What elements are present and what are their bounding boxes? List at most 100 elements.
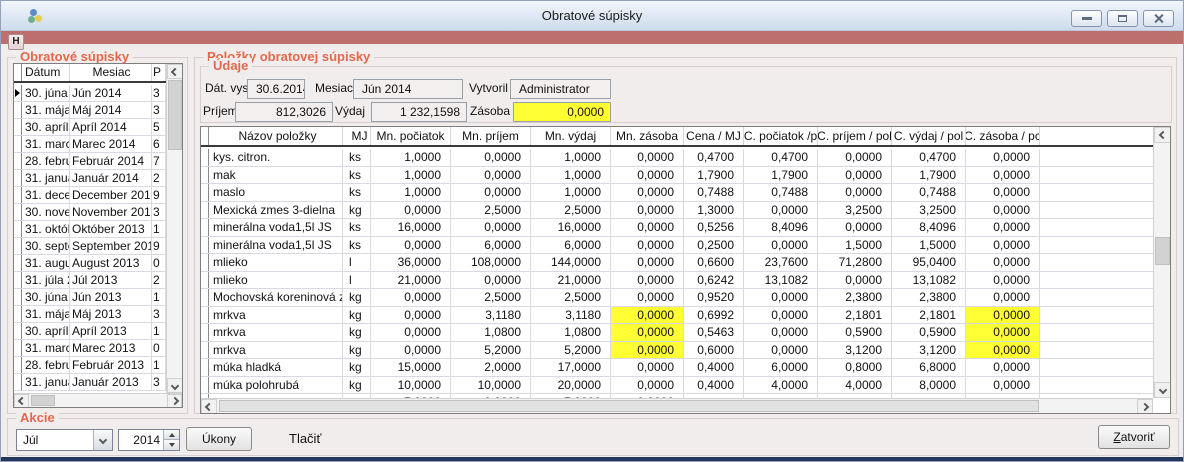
spin-down-icon[interactable]	[163, 440, 179, 450]
column-header[interactable]: C. zásoba / pc	[966, 127, 1040, 145]
column-header-datum[interactable]: Dátum	[22, 64, 70, 81]
table-row[interactable]: mrkvakg0,00005,20005,20000,00000,60000,0…	[201, 342, 1153, 360]
zatvorit-button[interactable]: Zatvoriť	[1098, 425, 1170, 449]
close-icon[interactable]	[1143, 10, 1174, 27]
items-table-header: Názov položkyMJMn. počiatokMn. príjemMn.…	[201, 127, 1153, 147]
date-row[interactable]: 31. júla 2(Júl 20132	[14, 272, 166, 289]
h-button[interactable]: H	[8, 34, 24, 50]
date-row[interactable]: 31. mája 2Máj 20143	[14, 102, 166, 119]
column-header[interactable]: C. výdaj / pol	[892, 127, 966, 145]
column-header[interactable]: Mn. výdaj	[531, 127, 611, 145]
column-header-mesiac[interactable]: Mesiac	[70, 64, 152, 81]
dates-group-label: Obratové súpisky	[16, 49, 133, 64]
table-row[interactable]: mrkvakg0,00001,08001,08000,00000,54630,0…	[201, 324, 1153, 342]
table-row[interactable]: mrkvakg0,00003,11803,11800,00000,69920,0…	[201, 307, 1153, 325]
minimize-icon[interactable]	[1071, 10, 1102, 27]
date-row[interactable]: 31. októbOktóber 20131	[14, 221, 166, 238]
row-selector-cell	[201, 377, 209, 394]
scroll-left-icon[interactable]	[201, 399, 217, 414]
scroll-down-icon[interactable]	[167, 378, 183, 393]
cell: 0,0000	[611, 359, 684, 376]
table-row[interactable]: Mexická zmes 3-dielnakg0,00002,50002,500…	[201, 202, 1153, 220]
cell: 17,0000	[531, 359, 611, 376]
chevron-down-icon[interactable]	[93, 430, 112, 450]
date-row[interactable]: 30. noverNovember 20133	[14, 204, 166, 221]
table-row[interactable]: Mochovská koreninová zmeskg0,00002,50002…	[201, 289, 1153, 307]
date-row[interactable]: 28. februFebruár 20131	[14, 357, 166, 374]
date-row[interactable]: 28. februFebruár 20147	[14, 153, 166, 170]
date-row[interactable]: 31. mája 2Máj 20133	[14, 306, 166, 323]
zasoba-field[interactable]: 0,0000	[513, 102, 611, 122]
cell: 0,0000	[371, 324, 451, 341]
spin-up-icon[interactable]	[163, 430, 179, 440]
column-header[interactable]: Mn. príjem	[451, 127, 531, 145]
cell: 0,0000	[611, 202, 684, 219]
hscroll-thumb[interactable]	[219, 400, 1039, 412]
restore-icon[interactable]	[1107, 10, 1138, 27]
date-row[interactable]: 30. septeSeptember 20139	[14, 238, 166, 255]
date-row[interactable]: 30. aprílaApríl 20131	[14, 323, 166, 340]
items-hscrollbar[interactable]	[201, 398, 1153, 413]
cell: 0,6242	[684, 272, 744, 289]
table-row[interactable]: mliekol21,00000,000021,00000,00000,62421…	[201, 272, 1153, 290]
mesiac-field[interactable]: Jún 2014	[353, 79, 463, 99]
cell-mesiac: Jún 2014	[70, 85, 152, 101]
scroll-right-icon[interactable]	[1137, 399, 1153, 414]
column-header[interactable]: MJ	[343, 127, 371, 145]
cell: 0,0000	[966, 202, 1040, 219]
items-vscrollbar[interactable]	[1153, 127, 1170, 398]
column-header[interactable]: Mn. počiatok	[371, 127, 451, 145]
date-row[interactable]: 31. augusAugust 20130	[14, 255, 166, 272]
tlacit-label[interactable]: Tlačiť	[289, 431, 321, 446]
column-header[interactable]: C. príjem / pol	[818, 127, 892, 145]
cell-p: 3	[152, 85, 166, 101]
date-row[interactable]: 30. júna 2Jún 20131	[14, 289, 166, 306]
dates-vscrollbar[interactable]	[166, 64, 182, 393]
cell: 0,0000	[966, 272, 1040, 289]
vscroll-thumb[interactable]	[168, 80, 182, 150]
table-row[interactable]: masloks1,00000,00001,00000,00000,74880,7…	[201, 184, 1153, 202]
scroll-up-icon[interactable]	[1154, 127, 1171, 143]
table-row[interactable]: múka polohrubákg10,000010,000020,00000,0…	[201, 377, 1153, 395]
vytvoril-field[interactable]: Administrator	[510, 79, 611, 99]
scroll-left-icon[interactable]	[14, 394, 29, 408]
column-header[interactable]: Cena / MJ	[684, 127, 744, 145]
year-stepper[interactable]: 2014	[118, 429, 180, 451]
month-select[interactable]: Júl	[16, 429, 113, 451]
vydaj-field[interactable]: 1 232,1598	[371, 102, 467, 122]
cell: 3,2500	[818, 202, 892, 219]
date-row[interactable]: 31. marcaMarec 20146	[14, 136, 166, 153]
date-row[interactable]: 31. marcaMarec 20130	[14, 340, 166, 357]
scroll-down-icon[interactable]	[1154, 382, 1171, 398]
scroll-right-icon[interactable]	[167, 394, 182, 408]
table-row[interactable]: kys. citron.ks1,00000,00001,00000,00000,…	[201, 149, 1153, 167]
vscroll-thumb[interactable]	[1155, 237, 1170, 265]
table-row[interactable]: makks1,00000,00001,00000,00001,79001,790…	[201, 167, 1153, 185]
table-row[interactable]: múka hladkákg15,00002,000017,00000,00000…	[201, 359, 1153, 377]
date-row[interactable]: 30. aprílaApríl 20145	[14, 119, 166, 136]
row-selector-cell	[14, 153, 22, 169]
ukony-button[interactable]: Úkony	[186, 427, 252, 451]
hscroll-thumb[interactable]	[31, 395, 55, 406]
table-row[interactable]: mliekol36,0000108,0000144,00000,00000,66…	[201, 254, 1153, 272]
dates-hscrollbar[interactable]	[14, 393, 182, 407]
cell-p: 6	[152, 136, 166, 152]
cell: 0,0000	[744, 324, 818, 341]
date-row[interactable]: 30. júna 2Jún 20143	[14, 85, 166, 102]
dat-vyst-field[interactable]: 30.6.2014	[247, 79, 305, 99]
column-header[interactable]: C. počiatok /p	[744, 127, 818, 145]
cell: 0,0000	[966, 167, 1040, 184]
date-row[interactable]: 31. januáJanuár 20133	[14, 374, 166, 391]
column-header[interactable]: Mn. zásoba	[611, 127, 684, 145]
prijem-field[interactable]: 812,3026	[235, 102, 333, 122]
cell-mesiac: Jún 2013	[70, 289, 152, 305]
column-header[interactable]: Názov položky	[209, 127, 343, 145]
scroll-up-icon[interactable]	[167, 64, 183, 79]
date-row[interactable]: 31. januáJanuár 20142	[14, 170, 166, 187]
cell: 0,0000	[966, 149, 1040, 166]
date-row[interactable]: 31. decerDecember 20139	[14, 187, 166, 204]
row-filler	[1040, 167, 1153, 184]
column-header-p[interactable]: P	[152, 64, 166, 81]
table-row[interactable]: minerálna voda1,5l JSks0,00006,00006,000…	[201, 237, 1153, 255]
table-row[interactable]: minerálna voda1,5l JSks16,00000,000016,0…	[201, 219, 1153, 237]
